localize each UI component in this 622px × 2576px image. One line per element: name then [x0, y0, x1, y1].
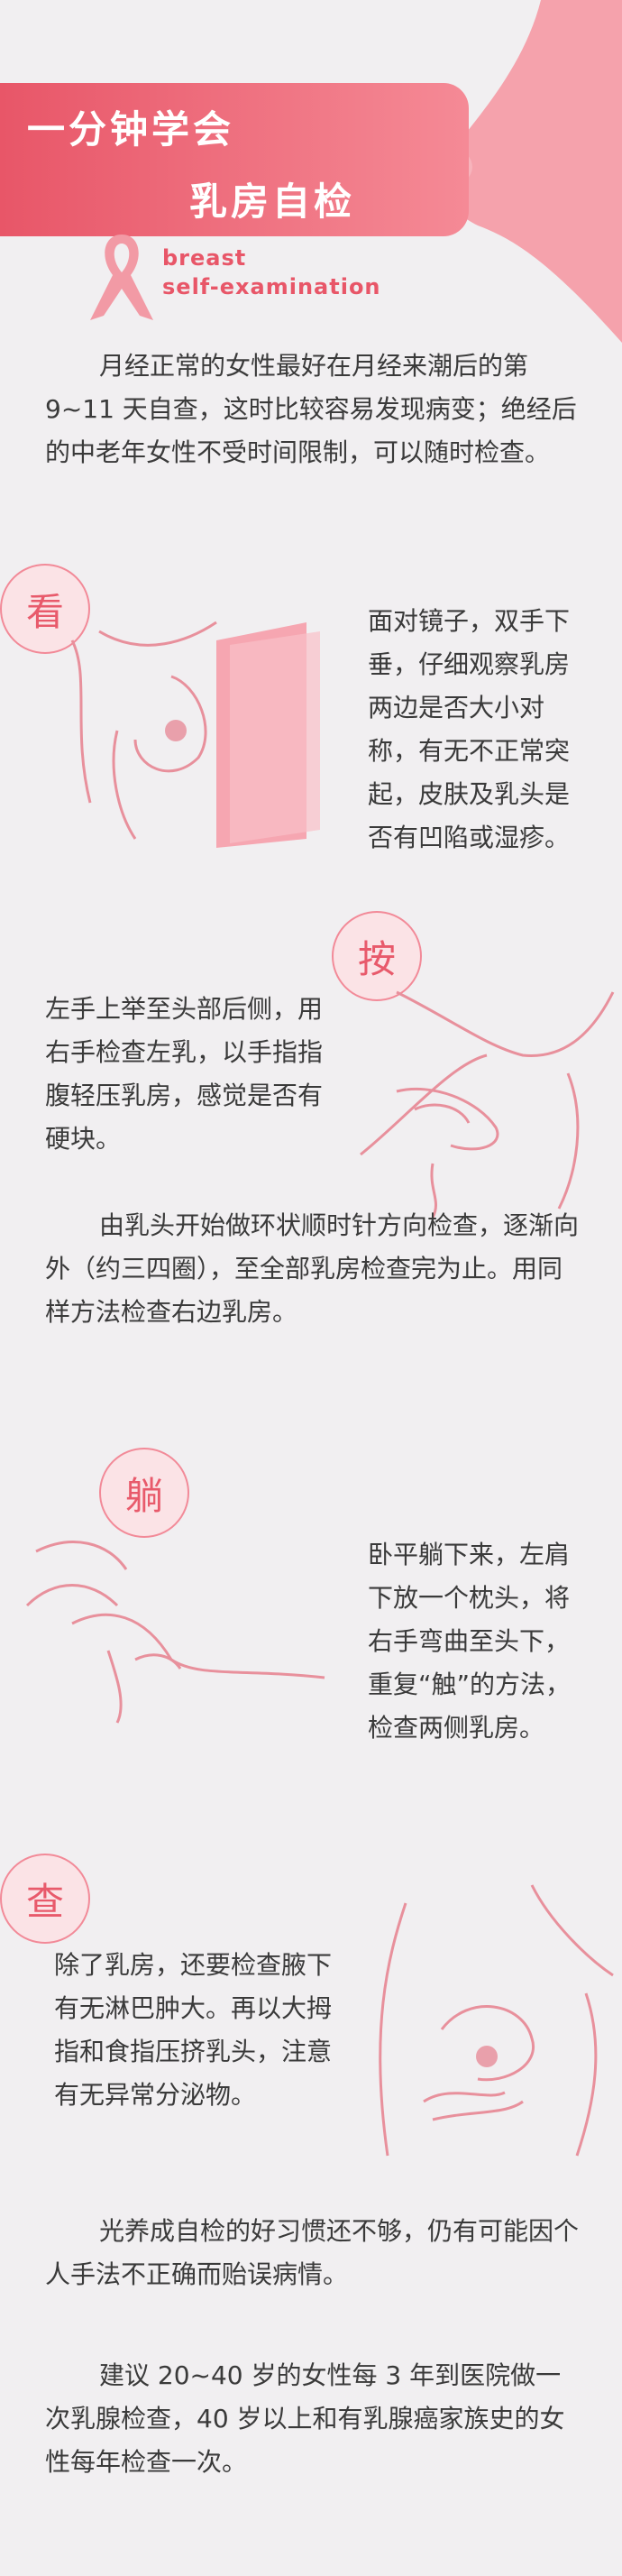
page-title: 一分钟学会 [27, 107, 235, 152]
step-press-extra-text: 由乳头开始做环状顺时针方向检查，逐渐向外（约三四圈），至全部乳房检查完为止。用同… [45, 1210, 580, 1327]
check-illustration [379, 1884, 614, 2157]
outro-text-1: 光养成自检的好习惯还不够，仍有可能因个人手法不正确而贻误病情。 [45, 2216, 580, 2289]
english-label-2: self-examination [162, 274, 381, 299]
intro-text: 月经正常的女性最好在月经来潮后的第 9~11 天自查，这时比较容易发现病变；绝经… [45, 351, 577, 467]
step-badge-check: 查 [0, 1854, 90, 1944]
step-check-text: 除了乳房，还要检查腋下有无淋巴肿大。再以大拇指和食指压挤乳头，注意有无异常分泌物… [54, 1950, 333, 2110]
lying-illustration [25, 1541, 325, 1724]
press-illustration [360, 990, 615, 1219]
step-look-text: 面对镜子，双手下垂，仔细观察乳房两边是否大小对称，有无不正常突起，皮肤及乳头是否… [368, 606, 571, 852]
english-label-1: breast [162, 245, 247, 271]
step-press-text: 左手上举至头部后侧，用右手检查左乳，以手指指腹轻压乳房，感觉是否有硬块。 [45, 994, 324, 1154]
outro-text-2: 建议 20~40 岁的女性每 3 年到医院做一次乳腺检查，40 岁以上和有乳腺癌… [45, 2360, 565, 2477]
pink-ribbon-icon [90, 235, 153, 320]
step-lie-text: 卧平躺下来，左肩下放一个枕头，将右手弯曲至头下，重复“触”的方法，检查两侧乳房。 [368, 1540, 572, 1743]
mirror-illustration [70, 621, 320, 848]
page-subtitle: 乳房自检 [189, 179, 356, 224]
